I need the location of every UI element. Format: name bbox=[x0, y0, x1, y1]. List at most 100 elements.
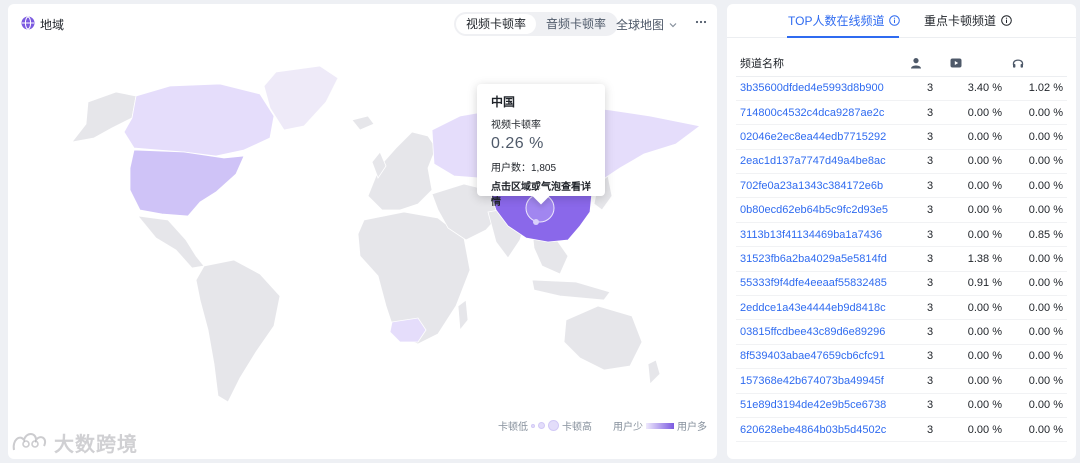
users-cell: 3 bbox=[910, 417, 950, 443]
legend-dot-medium bbox=[538, 422, 545, 429]
channel-link[interactable]: 3b35600dfded4e5993d8b900 bbox=[740, 82, 904, 94]
table-row[interactable]: 51e89d3194de42e9b5ce6738 3 0.00 % 0.00 % bbox=[736, 393, 1067, 418]
legend-users-few: 用户少 bbox=[613, 422, 643, 433]
info-icon[interactable] bbox=[1001, 15, 1012, 26]
info-icon[interactable] bbox=[889, 15, 901, 26]
col-video-stall[interactable] bbox=[950, 50, 1012, 77]
channel-link[interactable]: 8f539403abae47659cb6cfc91 bbox=[740, 350, 904, 362]
table-row[interactable]: 31523fb6a2ba4029a5e5814fd 3 1.38 % 0.00 % bbox=[736, 246, 1067, 272]
more-horizontal-icon[interactable] bbox=[694, 15, 708, 29]
table-row[interactable]: 157368e42b674073ba49945f 3 0.00 % 0.00 % bbox=[736, 368, 1067, 394]
table-row[interactable]: 8f539403abae47659cb6cfc91 3 0.00 % 0.00 % bbox=[736, 344, 1067, 370]
map-region-greenland[interactable] bbox=[263, 65, 339, 131]
audio-stall-cell: 0.00 % bbox=[1012, 344, 1067, 370]
video-stall-cell: 0.00 % bbox=[950, 319, 1012, 345]
video-stall-cell: 0.00 % bbox=[950, 393, 1012, 418]
map-scope-select[interactable]: 全球地图 bbox=[616, 16, 678, 33]
map-panel-header: 地域 视频卡顿率 音频卡顿率 全球地图 bbox=[8, 4, 717, 42]
channel-link[interactable]: 714800c4532c4dca9287ae2c bbox=[740, 107, 904, 119]
table-row[interactable]: 0b80ecd62eb64b5c9fc2d93e5 3 0.00 % 0.00 % bbox=[736, 197, 1067, 223]
toggle-video-stall[interactable]: 视频卡顿率 bbox=[456, 14, 537, 34]
channel-link[interactable]: 02046e2ec8ea44edb7715292 bbox=[740, 131, 904, 143]
map-panel-title: 地域 bbox=[40, 18, 65, 32]
watermark-text: 大数跨境 bbox=[54, 434, 138, 456]
col-channel-name[interactable]: 频道名称 bbox=[736, 50, 910, 77]
table-row[interactable]: 620628ebe4864b03b5d4502c 3 0.00 % 0.00 % bbox=[736, 417, 1067, 443]
channel-name-cell: 3b35600dfded4e5993d8b900 bbox=[736, 76, 910, 101]
table-row[interactable]: 02046e2ec8ea44edb7715292 3 0.00 % 0.00 % bbox=[736, 124, 1067, 150]
table-row[interactable]: 714800c4532c4dca9287ae2c 3 0.00 % 0.00 % bbox=[736, 100, 1067, 126]
tab-key-stall-channels[interactable]: 重点卡顿频道 bbox=[924, 12, 1012, 29]
audio-stall-cell: 1.02 % bbox=[1012, 76, 1067, 101]
channel-link[interactable]: 620628ebe4864b03b5d4502c bbox=[740, 424, 904, 436]
channel-name-cell: 702fe0a23a1343c384172e6b bbox=[736, 173, 910, 199]
tooltip-metric-label: 视频卡顿率 bbox=[491, 120, 541, 131]
channel-name-cell: 03815ffcdbee43c89d6e89296 bbox=[736, 319, 910, 345]
users-cell: 3 bbox=[910, 271, 950, 297]
table-row[interactable]: 2eac1d137a7747d49a4be8ac 3 0.00 % 0.00 % bbox=[736, 149, 1067, 175]
channel-link[interactable]: 3113b13f41134469ba1a7436 bbox=[740, 229, 904, 241]
video-stall-cell: 0.00 % bbox=[950, 173, 1012, 199]
map-scope-value: 全球地图 bbox=[616, 18, 665, 32]
small-data-bubble[interactable] bbox=[533, 219, 539, 225]
legend-dot-small bbox=[531, 423, 535, 428]
channel-table: 频道名称 3b35600dfded4e5993d8b900 3 3.40 % 1… bbox=[736, 50, 1067, 443]
table-row[interactable]: 702fe0a23a1343c384172e6b 3 0.00 % 0.00 % bbox=[736, 173, 1067, 199]
users-cell: 3 bbox=[910, 76, 950, 101]
channel-link[interactable]: 55333f9f4dfe4eeaaf55832485 bbox=[740, 277, 904, 289]
map-region-indonesia[interactable] bbox=[531, 279, 611, 301]
channel-link[interactable]: 0b80ecd62eb64b5c9fc2d93e5 bbox=[740, 204, 904, 216]
audio-stall-cell: 0.00 % bbox=[1012, 173, 1067, 199]
map-tooltip: 中国 视频卡顿率 0.26 % 用户数：1,805 点击区域或气泡查看详情 bbox=[477, 84, 605, 208]
channel-link[interactable]: 03815ffcdbee43c89d6e89296 bbox=[740, 326, 904, 338]
map-region-south-america[interactable] bbox=[195, 259, 281, 403]
channel-link[interactable]: 51e89d3194de42e9b5ce6738 bbox=[740, 399, 904, 411]
tooltip-users-label: 用户数： bbox=[491, 163, 531, 174]
table-row[interactable]: 2eddce1a43e4444eb9d8418c 3 0.00 % 0.00 % bbox=[736, 295, 1067, 321]
active-tab-underline bbox=[787, 36, 899, 38]
col-audio-stall[interactable] bbox=[1012, 50, 1067, 77]
audio-stall-cell: 0.00 % bbox=[1012, 368, 1067, 394]
channel-link[interactable]: 702fe0a23a1343c384172e6b bbox=[740, 180, 904, 192]
channel-name-cell: 2eac1d137a7747d49a4be8ac bbox=[736, 149, 910, 175]
col-users[interactable] bbox=[910, 50, 950, 77]
tab-key-stall-label: 重点卡顿频道 bbox=[924, 14, 997, 28]
users-cell: 3 bbox=[910, 246, 950, 272]
map-region-madagascar[interactable] bbox=[457, 299, 469, 332]
table-row[interactable]: 03815ffcdbee43c89d6e89296 3 0.00 % 0.00 % bbox=[736, 319, 1067, 345]
users-cell: 3 bbox=[910, 100, 950, 126]
map-region-canada[interactable] bbox=[123, 83, 275, 157]
channel-link[interactable]: 157368e42b674073ba49945f bbox=[740, 375, 904, 387]
legend-stall-high: 卡顿高 bbox=[562, 422, 592, 433]
audio-stall-cell: 0.00 % bbox=[1012, 393, 1067, 418]
map-region-australia[interactable] bbox=[563, 305, 643, 371]
channel-link[interactable]: 2eddce1a43e4444eb9d8418c bbox=[740, 302, 904, 314]
channel-name-cell: 55333f9f4dfe4eeaaf55832485 bbox=[736, 271, 910, 297]
video-stall-cell: 0.91 % bbox=[950, 271, 1012, 297]
toggle-audio-stall[interactable]: 音频卡顿率 bbox=[536, 14, 616, 34]
video-stall-cell: 0.00 % bbox=[950, 368, 1012, 394]
channel-name-cell: 714800c4532c4dca9287ae2c bbox=[736, 100, 910, 126]
video-stall-cell: 0.00 % bbox=[950, 344, 1012, 370]
map-region-south-africa[interactable] bbox=[389, 317, 427, 343]
map-region-united-states[interactable] bbox=[129, 149, 245, 217]
channel-link[interactable]: 31523fb6a2ba4029a5e5814fd bbox=[740, 253, 904, 265]
table-row[interactable]: 3113b13f41134469ba1a7436 3 0.00 % 0.85 % bbox=[736, 222, 1067, 248]
channel-rows: 3b35600dfded4e5993d8b900 3 3.40 % 1.02 % 714… bbox=[736, 76, 1067, 443]
table-row[interactable]: 55333f9f4dfe4eeaaf55832485 3 0.91 % 0.00 % bbox=[736, 271, 1067, 297]
map-region-new-zealand[interactable] bbox=[647, 359, 661, 385]
world-map[interactable] bbox=[8, 44, 717, 414]
video-play-icon bbox=[950, 58, 962, 68]
table-row[interactable]: 3b35600dfded4e5993d8b900 3 3.40 % 1.02 % bbox=[736, 76, 1067, 101]
map-region-iceland[interactable] bbox=[351, 115, 375, 131]
watermark-logo-icon bbox=[12, 432, 46, 450]
users-cell: 3 bbox=[910, 222, 950, 248]
users-legend: 用户少 用户多 bbox=[613, 418, 707, 433]
video-stall-cell: 0.00 % bbox=[950, 222, 1012, 248]
map-region-central-america[interactable] bbox=[137, 215, 205, 269]
channel-link[interactable]: 2eac1d137a7747d49a4be8ac bbox=[740, 155, 904, 167]
users-cell: 3 bbox=[910, 149, 950, 175]
users-cell: 3 bbox=[910, 124, 950, 150]
tab-top-online-channels[interactable]: TOP人数在线频道 bbox=[788, 12, 901, 29]
channel-name-cell: 51e89d3194de42e9b5ce6738 bbox=[736, 393, 910, 418]
